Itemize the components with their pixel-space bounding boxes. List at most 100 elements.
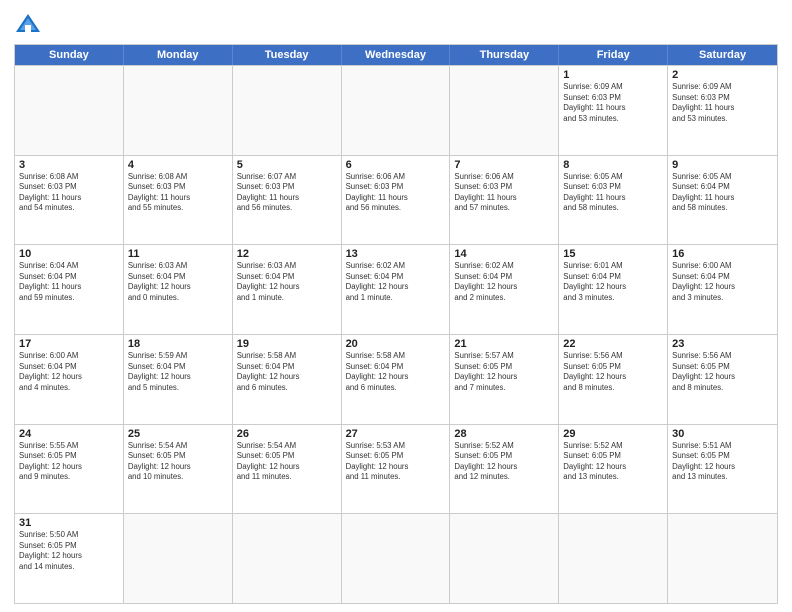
calendar-cell [342, 514, 451, 603]
day-info: Sunrise: 5:57 AM Sunset: 6:05 PM Dayligh… [454, 351, 554, 393]
day-info: Sunrise: 6:07 AM Sunset: 6:03 PM Dayligh… [237, 172, 337, 214]
calendar-cell [15, 66, 124, 155]
calendar-cell: 26Sunrise: 5:54 AM Sunset: 6:05 PM Dayli… [233, 425, 342, 514]
day-number: 3 [19, 159, 119, 171]
day-number: 7 [454, 159, 554, 171]
day-number: 1 [563, 69, 663, 81]
calendar: SundayMondayTuesdayWednesdayThursdayFrid… [14, 44, 778, 604]
logo [14, 12, 46, 36]
calendar-cell [233, 66, 342, 155]
day-number: 19 [237, 338, 337, 350]
calendar-cell: 23Sunrise: 5:56 AM Sunset: 6:05 PM Dayli… [668, 335, 777, 424]
day-number: 26 [237, 428, 337, 440]
day-info: Sunrise: 6:02 AM Sunset: 6:04 PM Dayligh… [454, 261, 554, 303]
day-info: Sunrise: 6:00 AM Sunset: 6:04 PM Dayligh… [672, 261, 773, 303]
day-number: 18 [128, 338, 228, 350]
day-info: Sunrise: 6:02 AM Sunset: 6:04 PM Dayligh… [346, 261, 446, 303]
day-number: 31 [19, 517, 119, 529]
calendar-cell: 24Sunrise: 5:55 AM Sunset: 6:05 PM Dayli… [15, 425, 124, 514]
col-header-wednesday: Wednesday [342, 45, 451, 65]
calendar-body: 1Sunrise: 6:09 AM Sunset: 6:03 PM Daylig… [15, 65, 777, 603]
calendar-cell: 21Sunrise: 5:57 AM Sunset: 6:05 PM Dayli… [450, 335, 559, 424]
calendar-cell: 15Sunrise: 6:01 AM Sunset: 6:04 PM Dayli… [559, 245, 668, 334]
calendar-cell: 22Sunrise: 5:56 AM Sunset: 6:05 PM Dayli… [559, 335, 668, 424]
day-info: Sunrise: 5:59 AM Sunset: 6:04 PM Dayligh… [128, 351, 228, 393]
day-info: Sunrise: 6:08 AM Sunset: 6:03 PM Dayligh… [19, 172, 119, 214]
week-row-3: 10Sunrise: 6:04 AM Sunset: 6:04 PM Dayli… [15, 244, 777, 334]
calendar-cell: 4Sunrise: 6:08 AM Sunset: 6:03 PM Daylig… [124, 156, 233, 245]
header [14, 12, 778, 36]
day-number: 4 [128, 159, 228, 171]
calendar-cell: 17Sunrise: 6:00 AM Sunset: 6:04 PM Dayli… [15, 335, 124, 424]
day-number: 27 [346, 428, 446, 440]
calendar-cell: 20Sunrise: 5:58 AM Sunset: 6:04 PM Dayli… [342, 335, 451, 424]
day-info: Sunrise: 6:09 AM Sunset: 6:03 PM Dayligh… [563, 82, 663, 124]
calendar-cell [342, 66, 451, 155]
day-number: 5 [237, 159, 337, 171]
day-info: Sunrise: 6:01 AM Sunset: 6:04 PM Dayligh… [563, 261, 663, 303]
page: SundayMondayTuesdayWednesdayThursdayFrid… [0, 0, 792, 612]
calendar-cell: 31Sunrise: 5:50 AM Sunset: 6:05 PM Dayli… [15, 514, 124, 603]
calendar-cell: 16Sunrise: 6:00 AM Sunset: 6:04 PM Dayli… [668, 245, 777, 334]
day-info: Sunrise: 5:56 AM Sunset: 6:05 PM Dayligh… [563, 351, 663, 393]
calendar-cell [124, 66, 233, 155]
day-number: 20 [346, 338, 446, 350]
day-number: 25 [128, 428, 228, 440]
calendar-cell: 6Sunrise: 6:06 AM Sunset: 6:03 PM Daylig… [342, 156, 451, 245]
day-info: Sunrise: 5:53 AM Sunset: 6:05 PM Dayligh… [346, 441, 446, 483]
day-info: Sunrise: 5:58 AM Sunset: 6:04 PM Dayligh… [237, 351, 337, 393]
day-number: 13 [346, 248, 446, 260]
day-info: Sunrise: 6:05 AM Sunset: 6:04 PM Dayligh… [672, 172, 773, 214]
calendar-cell: 9Sunrise: 6:05 AM Sunset: 6:04 PM Daylig… [668, 156, 777, 245]
week-row-1: 1Sunrise: 6:09 AM Sunset: 6:03 PM Daylig… [15, 65, 777, 155]
day-info: Sunrise: 5:58 AM Sunset: 6:04 PM Dayligh… [346, 351, 446, 393]
col-header-monday: Monday [124, 45, 233, 65]
day-info: Sunrise: 5:54 AM Sunset: 6:05 PM Dayligh… [128, 441, 228, 483]
day-number: 12 [237, 248, 337, 260]
day-info: Sunrise: 6:09 AM Sunset: 6:03 PM Dayligh… [672, 82, 773, 124]
calendar-cell: 2Sunrise: 6:09 AM Sunset: 6:03 PM Daylig… [668, 66, 777, 155]
calendar-cell [450, 514, 559, 603]
calendar-cell: 18Sunrise: 5:59 AM Sunset: 6:04 PM Dayli… [124, 335, 233, 424]
col-header-saturday: Saturday [668, 45, 777, 65]
day-number: 11 [128, 248, 228, 260]
calendar-cell: 14Sunrise: 6:02 AM Sunset: 6:04 PM Dayli… [450, 245, 559, 334]
calendar-cell [124, 514, 233, 603]
day-info: Sunrise: 5:52 AM Sunset: 6:05 PM Dayligh… [563, 441, 663, 483]
calendar-cell: 11Sunrise: 6:03 AM Sunset: 6:04 PM Dayli… [124, 245, 233, 334]
day-info: Sunrise: 6:04 AM Sunset: 6:04 PM Dayligh… [19, 261, 119, 303]
calendar-cell: 3Sunrise: 6:08 AM Sunset: 6:03 PM Daylig… [15, 156, 124, 245]
day-info: Sunrise: 5:55 AM Sunset: 6:05 PM Dayligh… [19, 441, 119, 483]
calendar-cell: 1Sunrise: 6:09 AM Sunset: 6:03 PM Daylig… [559, 66, 668, 155]
day-info: Sunrise: 6:03 AM Sunset: 6:04 PM Dayligh… [128, 261, 228, 303]
day-number: 10 [19, 248, 119, 260]
calendar-cell: 8Sunrise: 6:05 AM Sunset: 6:03 PM Daylig… [559, 156, 668, 245]
day-info: Sunrise: 5:56 AM Sunset: 6:05 PM Dayligh… [672, 351, 773, 393]
calendar-cell: 28Sunrise: 5:52 AM Sunset: 6:05 PM Dayli… [450, 425, 559, 514]
calendar-cell: 12Sunrise: 6:03 AM Sunset: 6:04 PM Dayli… [233, 245, 342, 334]
day-info: Sunrise: 6:05 AM Sunset: 6:03 PM Dayligh… [563, 172, 663, 214]
day-number: 15 [563, 248, 663, 260]
day-number: 23 [672, 338, 773, 350]
day-number: 8 [563, 159, 663, 171]
day-number: 22 [563, 338, 663, 350]
day-number: 29 [563, 428, 663, 440]
calendar-cell [450, 66, 559, 155]
calendar-header: SundayMondayTuesdayWednesdayThursdayFrid… [15, 45, 777, 65]
day-number: 14 [454, 248, 554, 260]
day-number: 24 [19, 428, 119, 440]
week-row-2: 3Sunrise: 6:08 AM Sunset: 6:03 PM Daylig… [15, 155, 777, 245]
calendar-cell [559, 514, 668, 603]
col-header-sunday: Sunday [15, 45, 124, 65]
week-row-6: 31Sunrise: 5:50 AM Sunset: 6:05 PM Dayli… [15, 513, 777, 603]
calendar-cell: 30Sunrise: 5:51 AM Sunset: 6:05 PM Dayli… [668, 425, 777, 514]
calendar-cell: 27Sunrise: 5:53 AM Sunset: 6:05 PM Dayli… [342, 425, 451, 514]
day-info: Sunrise: 5:52 AM Sunset: 6:05 PM Dayligh… [454, 441, 554, 483]
calendar-cell: 13Sunrise: 6:02 AM Sunset: 6:04 PM Dayli… [342, 245, 451, 334]
day-number: 17 [19, 338, 119, 350]
day-info: Sunrise: 5:51 AM Sunset: 6:05 PM Dayligh… [672, 441, 773, 483]
day-info: Sunrise: 6:06 AM Sunset: 6:03 PM Dayligh… [454, 172, 554, 214]
calendar-cell: 25Sunrise: 5:54 AM Sunset: 6:05 PM Dayli… [124, 425, 233, 514]
week-row-5: 24Sunrise: 5:55 AM Sunset: 6:05 PM Dayli… [15, 424, 777, 514]
logo-icon [14, 12, 42, 36]
